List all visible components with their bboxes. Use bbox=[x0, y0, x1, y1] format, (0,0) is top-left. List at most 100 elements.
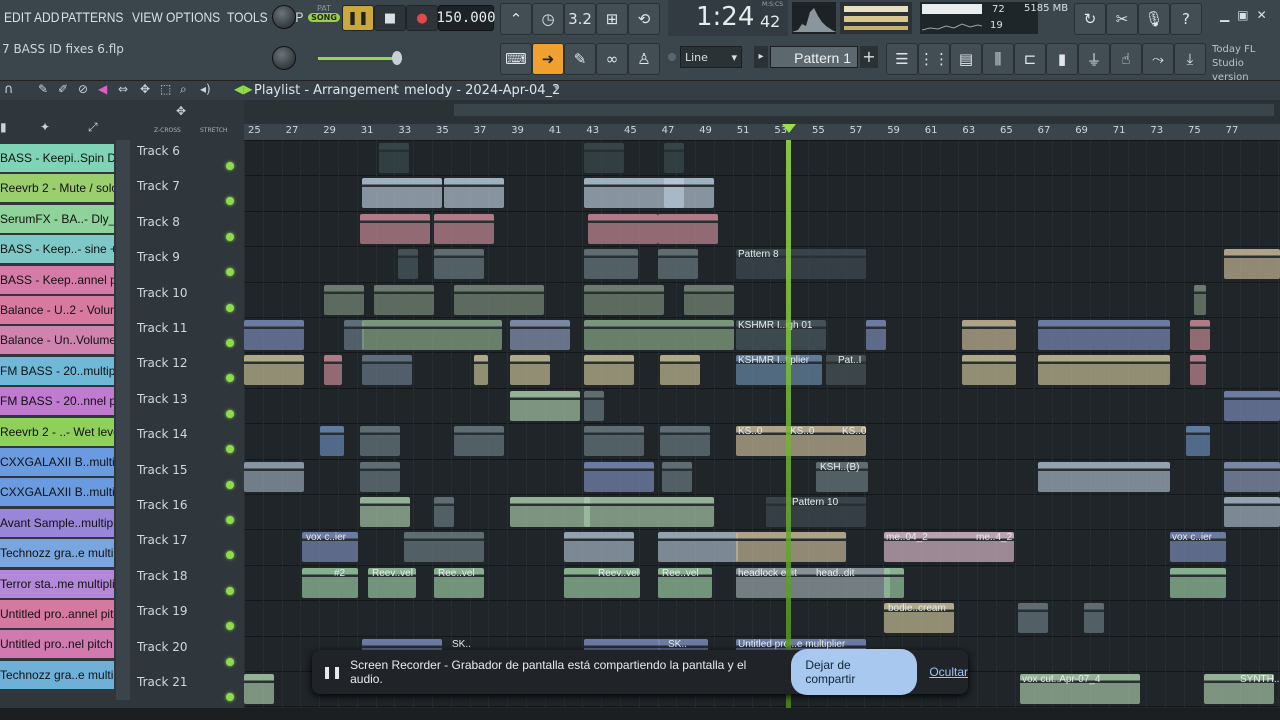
playlist-button[interactable]: ☰ bbox=[886, 43, 918, 75]
track-name[interactable]: Track 12 bbox=[137, 356, 187, 370]
playlist-overview[interactable] bbox=[244, 100, 1280, 120]
plugin-button[interactable]: ⏚ bbox=[1078, 43, 1110, 75]
online-button[interactable]: ⤳ bbox=[1142, 43, 1174, 75]
track-mute-led[interactable] bbox=[226, 586, 234, 595]
track-name[interactable]: Track 6 bbox=[137, 144, 180, 158]
playlist-clip[interactable] bbox=[360, 213, 430, 244]
playlist-clip[interactable] bbox=[360, 461, 400, 492]
channel-automation-item[interactable]: BASS - Keep..annel pitch bbox=[0, 265, 114, 294]
playlist-clip[interactable] bbox=[584, 249, 638, 280]
track-mute-led[interactable] bbox=[226, 374, 234, 383]
close-icon[interactable]: ✕ bbox=[1257, 8, 1275, 22]
track-name[interactable]: Track 14 bbox=[137, 427, 187, 441]
loop-record-button[interactable]: ⟲ bbox=[628, 3, 660, 35]
channel-automation-item[interactable]: Reevrb 2 - Mute / solo bbox=[0, 174, 114, 203]
track-mute-led[interactable] bbox=[226, 657, 234, 666]
playlist-clip[interactable] bbox=[584, 426, 644, 457]
playlist-clip[interactable] bbox=[1084, 603, 1104, 634]
slice-icon[interactable]: ✥ bbox=[140, 82, 150, 96]
metronome-button[interactable]: ⌃ bbox=[500, 3, 532, 35]
playlist-clip[interactable] bbox=[736, 532, 846, 563]
playlist-clip[interactable] bbox=[1038, 461, 1170, 492]
slider-handle[interactable] bbox=[392, 51, 402, 65]
playlist-clip[interactable] bbox=[866, 320, 886, 350]
add-pattern-button[interactable]: + bbox=[860, 46, 878, 68]
track-name[interactable]: Track 13 bbox=[137, 392, 187, 406]
delete-icon[interactable]: ⊘ bbox=[78, 82, 88, 96]
playlist-clip[interactable] bbox=[584, 143, 624, 173]
stop-sharing-button[interactable]: Dejar de compartir bbox=[791, 649, 918, 695]
playlist-clip[interactable] bbox=[962, 320, 1016, 350]
channel-automation-item[interactable]: Untitled pro..annel pitch bbox=[0, 600, 114, 628]
track-name[interactable]: Track 21 bbox=[137, 675, 187, 689]
playlist-clip[interactable] bbox=[1190, 320, 1210, 350]
pat-song-toggle[interactable]: PAT SONG bbox=[308, 4, 340, 30]
track-mute-led[interactable] bbox=[226, 268, 234, 277]
curve-icon[interactable]: ⤢ bbox=[88, 120, 98, 135]
playlist-clip[interactable] bbox=[584, 284, 664, 315]
move-icon[interactable]: ✥ bbox=[176, 104, 186, 118]
playlist-clip[interactable] bbox=[360, 497, 410, 527]
track-mute-led[interactable] bbox=[226, 516, 234, 524]
menu-add[interactable]: ADD bbox=[34, 9, 59, 25]
record-audio-button[interactable]: 🎙 bbox=[1138, 3, 1170, 35]
playlist-grid[interactable]: Pattern 8 KSHMR I..igh 01 KSHMR I..tiplier… bbox=[244, 140, 1280, 720]
playlist-arrow-icon[interactable]: ◀▶ bbox=[234, 82, 252, 96]
playlist-clip[interactable] bbox=[584, 497, 714, 527]
track-mute-led[interactable] bbox=[226, 480, 234, 489]
menu-patterns[interactable]: PATTERNS bbox=[61, 9, 123, 25]
track-name[interactable]: Track 16 bbox=[137, 498, 187, 512]
channel-automation-item[interactable]: SerumFX - BA..- Dly_Wet bbox=[0, 204, 114, 233]
channel-automation-item[interactable]: CXXGALAXII B..multiplier bbox=[0, 448, 114, 476]
playhead[interactable] bbox=[786, 140, 791, 720]
playlist-clip[interactable] bbox=[374, 284, 434, 315]
playlist-clip[interactable] bbox=[434, 497, 454, 527]
playlist-clip[interactable] bbox=[1018, 603, 1048, 634]
wait-input-button[interactable]: ◷ bbox=[532, 3, 564, 35]
channel-automation-item[interactable]: BASS - Keepi..Spin Depth bbox=[0, 144, 114, 172]
playlist-clip[interactable] bbox=[404, 532, 484, 563]
playlist-clip[interactable] bbox=[510, 497, 590, 527]
playlist-clip[interactable] bbox=[379, 143, 409, 173]
playlist-clip[interactable] bbox=[658, 249, 698, 280]
playlist-clip[interactable] bbox=[1038, 320, 1170, 350]
playlist-clip[interactable] bbox=[1224, 390, 1280, 421]
track-mute-led[interactable] bbox=[226, 622, 234, 631]
maximize-icon[interactable]: ▣ bbox=[1237, 8, 1256, 22]
channel-automation-item[interactable]: CXXGALAXII B..multiplier bbox=[0, 478, 114, 507]
channel-scrollbar[interactable] bbox=[116, 140, 130, 700]
mute-tool-icon[interactable]: ◀ bbox=[98, 82, 107, 96]
channel-automation-item[interactable]: Balance - U..2 - Volume bbox=[0, 296, 114, 324]
channel-automation-item[interactable]: FM BASS - 20..nnel pitch bbox=[0, 387, 114, 416]
channel-rack-button[interactable]: ▤ bbox=[950, 43, 982, 75]
channel-automation-item[interactable]: Technozz gra..e multiplier bbox=[0, 660, 114, 689]
magnet-icon[interactable]: ∩ bbox=[4, 82, 14, 97]
pattern-prev-button[interactable]: ▸ bbox=[754, 46, 768, 68]
menu-options[interactable]: OPTIONS bbox=[166, 9, 220, 25]
arrangement-chevron-icon[interactable]: ▾ bbox=[554, 83, 559, 94]
playlist-clip[interactable] bbox=[884, 567, 904, 598]
playlist-clip[interactable] bbox=[362, 355, 412, 386]
snap-arrow-button[interactable]: ➜ bbox=[532, 43, 564, 75]
step-edit-button[interactable]: ⊞ bbox=[596, 3, 628, 35]
draw-tool-button[interactable]: ✎ bbox=[564, 43, 596, 75]
mixer-button[interactable]: ⫼ bbox=[982, 43, 1014, 75]
track-name[interactable]: Track 10 bbox=[137, 286, 187, 300]
zoom-icon[interactable]: ⌕ bbox=[180, 82, 187, 97]
playlist-clip[interactable] bbox=[454, 426, 504, 457]
channel-automation-item[interactable]: Terror sta..me multiplier bbox=[0, 569, 114, 598]
countdown-button[interactable]: 3.2 bbox=[564, 3, 596, 35]
playlist-clip[interactable] bbox=[584, 461, 654, 492]
playlist-clip[interactable] bbox=[244, 461, 304, 492]
tempo-display[interactable]: 150.000 bbox=[437, 5, 496, 31]
playlist-clip[interactable] bbox=[1170, 567, 1226, 598]
playlist-clip[interactable] bbox=[302, 567, 358, 598]
channel-automation-item[interactable]: FM BASS - 20..multiplier bbox=[0, 356, 114, 385]
playlist-clip[interactable] bbox=[564, 532, 634, 563]
track-mute-led[interactable] bbox=[226, 197, 234, 206]
playlist-clip[interactable] bbox=[324, 284, 364, 315]
master-pitch-knob[interactable] bbox=[272, 46, 296, 70]
playlist-clip[interactable] bbox=[662, 461, 692, 492]
speaker-icon[interactable]: ◂) bbox=[200, 82, 211, 96]
typing-keyboard-button[interactable]: ⌨ bbox=[500, 43, 532, 75]
